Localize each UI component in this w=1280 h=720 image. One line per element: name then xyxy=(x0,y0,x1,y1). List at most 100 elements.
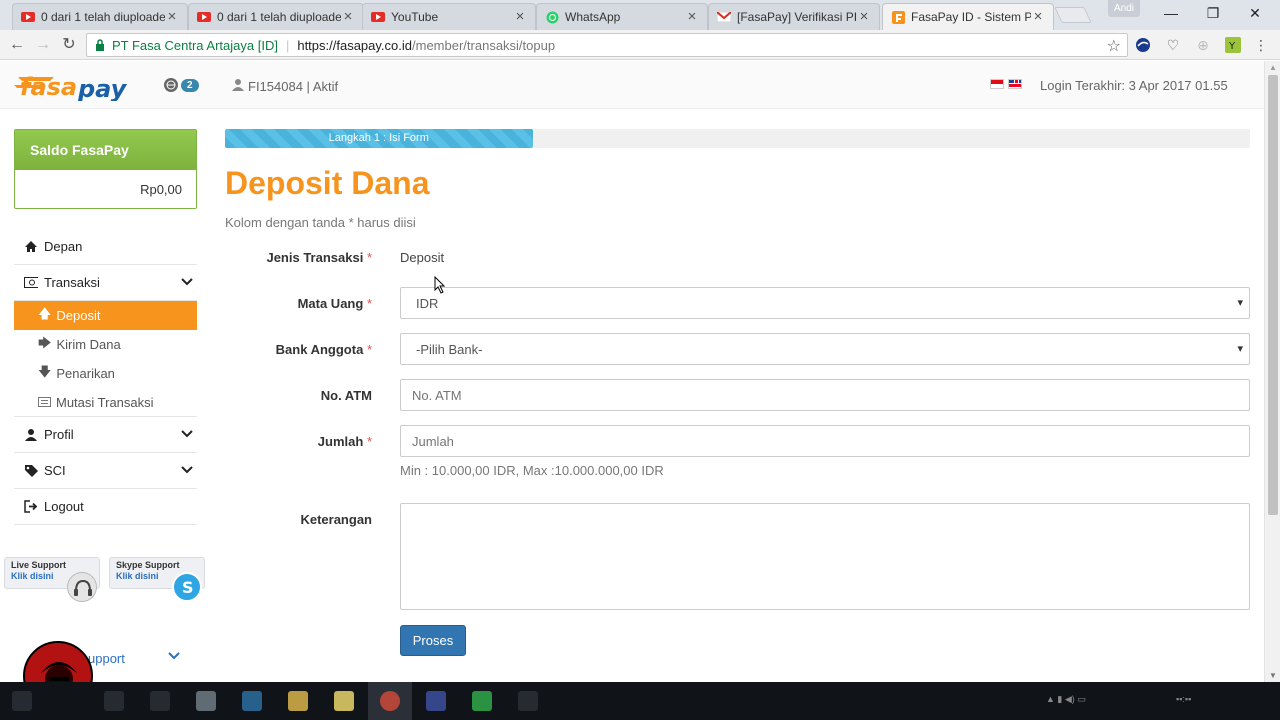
notes-textarea[interactable] xyxy=(400,503,1250,610)
skype-support-widget[interactable]: Skype Support Klik disini S xyxy=(109,557,205,602)
close-tab-icon[interactable]: × xyxy=(513,9,527,24)
tab-title: [FasaPay] Verifikasi PIN xyxy=(737,10,857,24)
taskbar-app-icon[interactable] xyxy=(334,691,354,711)
atm-label: No. ATM xyxy=(320,388,372,403)
submit-button[interactable]: Proses xyxy=(400,625,466,656)
sidebar-item-sci[interactable]: SCI xyxy=(14,453,197,489)
scrollbar-thumb[interactable] xyxy=(1268,75,1278,515)
chevron-down-icon xyxy=(181,463,193,477)
step-progress-fill: Langkah 1 : Isi Form xyxy=(225,129,533,148)
address-bar[interactable]: PT Fasa Centra Artajaya [ID] | https://f… xyxy=(86,33,1128,57)
notification-indicator[interactable]: 2 xyxy=(164,78,199,92)
page-scrollbar[interactable]: ▲ ▼ xyxy=(1264,61,1280,682)
skype-icon: S xyxy=(172,572,202,602)
svg-text:Y: Y xyxy=(1228,41,1236,52)
flag-indonesia-icon[interactable] xyxy=(990,79,1004,89)
amount-input[interactable] xyxy=(400,425,1250,457)
notification-badge: 2 xyxy=(181,78,199,92)
restore-icon[interactable]: ❐ xyxy=(1198,2,1228,24)
extension-icon[interactable] xyxy=(1134,36,1152,54)
svg-text:S: S xyxy=(182,578,194,597)
clock-icon[interactable]: ▪▪:▪▪ xyxy=(1176,694,1191,706)
browser-menu-icon[interactable]: ⋮ xyxy=(1252,36,1270,54)
balance-panel: Saldo FasaPay Rp0,00 xyxy=(14,129,197,209)
globe-icon xyxy=(164,78,178,92)
browser-tab-1[interactable]: 0 dari 1 telah diuploade × xyxy=(12,3,188,30)
taskbar-app-icon[interactable] xyxy=(518,691,538,711)
browser-tab-strip: 0 dari 1 telah diuploade × 0 dari 1 tela… xyxy=(0,0,1280,30)
close-tab-icon[interactable]: × xyxy=(857,9,871,24)
forward-icon[interactable]: → xyxy=(32,34,54,56)
fasapay-icon xyxy=(891,10,905,24)
new-tab-button[interactable] xyxy=(1054,7,1092,23)
extension-y-icon[interactable]: Y xyxy=(1224,36,1242,54)
browser-tab-2[interactable]: 0 dari 1 telah diuploade × xyxy=(188,3,364,30)
browser-tab-5[interactable]: [FasaPay] Verifikasi PIN × xyxy=(708,3,880,30)
bank-anggota-label: Bank Anggota * xyxy=(275,342,372,357)
system-tray-icons[interactable]: ▲ ▮ ◀) ▭ xyxy=(1046,694,1086,706)
heart-icon[interactable]: ♡ xyxy=(1164,36,1182,54)
close-tab-icon[interactable]: × xyxy=(1031,9,1045,24)
last-login: Login Terakhir: 3 Apr 2017 01.55 xyxy=(1040,78,1228,93)
sidebar-item-profil[interactable]: Profil xyxy=(14,417,197,453)
sidebar-item-label: Transaksi xyxy=(44,275,100,290)
atm-input[interactable] xyxy=(400,379,1250,411)
live-support-widget[interactable]: Live Support Klik disini xyxy=(4,557,100,602)
sidebar-item-kirim-dana[interactable]: 🡆 Kirim Dana xyxy=(14,330,197,359)
sidebar-item-label: Profil xyxy=(44,427,74,442)
url-path: /member/transaksi/topup xyxy=(412,37,556,53)
os-taskbar: ▲ ▮ ◀) ▭ ▪▪:▪▪ xyxy=(0,682,1280,720)
fasapay-logo[interactable]: fasa pay xyxy=(14,71,142,103)
sidebar-menu: Depan Transaksi 🡅 Deposit 🡆 Kirim Dana 🡇… xyxy=(14,229,197,525)
close-tab-icon[interactable]: × xyxy=(685,9,699,24)
sidebar-item-transaksi[interactable]: Transaksi xyxy=(14,265,197,301)
bookmark-star-icon[interactable]: ☆ xyxy=(1107,36,1121,56)
list-icon xyxy=(38,395,51,410)
close-tab-icon[interactable]: × xyxy=(341,9,355,24)
support-menu-link[interactable]: upport xyxy=(88,651,125,666)
site-header: fasa pay 2 FI154084 | Aktif Login Terakh… xyxy=(0,61,1264,109)
minimize-icon[interactable]: — xyxy=(1156,2,1186,24)
profile-badge[interactable]: Andi xyxy=(1108,0,1140,17)
flag-uk-icon[interactable] xyxy=(1008,79,1022,89)
balance-amount: Rp0,00 xyxy=(140,182,182,197)
home-icon xyxy=(24,240,38,254)
webcam-avatar xyxy=(23,641,93,682)
browser-tab-active[interactable]: FasaPay ID - Sistem Pe × xyxy=(882,3,1054,30)
live-support-title: Live Support xyxy=(11,560,67,570)
browser-tab-4[interactable]: WhatsApp × xyxy=(536,3,708,30)
logout-icon xyxy=(24,500,38,514)
user-icon xyxy=(24,428,38,442)
jumlah-label: Jumlah * xyxy=(317,434,372,449)
arrow-up-icon: 🡅 xyxy=(38,305,52,321)
sidebar-item-penarikan[interactable]: 🡇 Penarikan xyxy=(14,359,197,388)
taskbar-app-icon[interactable] xyxy=(472,691,492,711)
currency-select[interactable]: IDR xyxy=(400,287,1250,319)
folder-icon[interactable] xyxy=(288,691,308,711)
chevron-down-icon xyxy=(181,427,193,441)
sidebar-item-deposit[interactable]: 🡅 Deposit xyxy=(14,301,197,330)
close-tab-icon[interactable]: × xyxy=(165,9,179,24)
taskbar-app-icon[interactable] xyxy=(196,691,216,711)
chevron-down-icon[interactable] xyxy=(168,649,180,663)
browser-tab-3[interactable]: YouTube × xyxy=(362,3,536,30)
sidebar-item-label: Depan xyxy=(44,239,83,254)
task-view-icon[interactable] xyxy=(104,691,124,711)
taskbar-app-icon[interactable] xyxy=(242,691,262,711)
mata-uang-label: Mata Uang * xyxy=(297,296,372,311)
bank-select[interactable]: -Pilih Bank- xyxy=(400,333,1250,365)
close-window-icon[interactable]: ✕ xyxy=(1240,2,1270,24)
sidebar-item-mutasi[interactable]: Mutasi Transaksi xyxy=(14,388,197,417)
scroll-up-icon[interactable]: ▲ xyxy=(1269,63,1277,72)
site-identity: PT Fasa Centra Artajaya [ID] xyxy=(112,37,278,53)
taskbar-app-icon[interactable] xyxy=(150,691,170,711)
taskbar-app-icon[interactable] xyxy=(426,691,446,711)
sidebar-item-depan[interactable]: Depan xyxy=(14,229,197,265)
scroll-down-icon[interactable]: ▼ xyxy=(1269,671,1277,680)
back-icon[interactable]: ← xyxy=(6,34,28,56)
sidebar-item-logout[interactable]: Logout xyxy=(14,489,197,525)
reload-icon[interactable]: ↻ xyxy=(58,34,80,56)
start-icon[interactable] xyxy=(12,691,32,711)
chrome-icon[interactable] xyxy=(380,691,400,711)
download-icon[interactable]: ⊕ xyxy=(1194,36,1212,54)
